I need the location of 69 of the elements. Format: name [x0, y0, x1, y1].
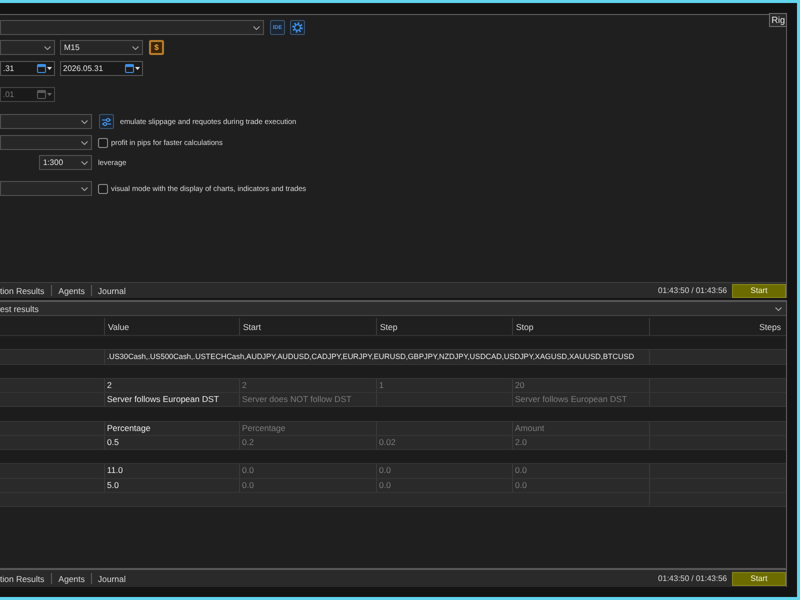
table-cell: 5.0	[105, 478, 240, 492]
date-field[interactable]: 2026.05.31	[60, 61, 143, 76]
start-button[interactable]: Start	[732, 572, 786, 586]
chevron-down-icon	[775, 306, 782, 310]
caret-down-icon	[47, 93, 52, 96]
sliders-button[interactable]	[99, 114, 114, 129]
dropdown[interactable]	[0, 114, 92, 129]
column-header: Step	[377, 318, 513, 335]
table-cell: 0.02	[377, 436, 513, 449]
tab[interactable]: Agents	[52, 570, 91, 587]
tab[interactable]: tion Results	[0, 283, 52, 298]
tab[interactable]: Journal	[92, 570, 132, 587]
column-header: Stop	[513, 318, 650, 335]
dollar-button[interactable]: $	[149, 40, 164, 55]
checkbox[interactable]	[98, 138, 108, 148]
caret-down-icon	[135, 67, 140, 70]
chevron-down-icon	[44, 46, 51, 50]
table-cell: 0.0	[240, 464, 377, 478]
elapsed-time: 01:43:50 / 01:43:56	[658, 286, 727, 295]
table-cell: 0.5	[105, 436, 240, 449]
table-cell: Server follows European DST	[105, 393, 240, 406]
chevron-down-icon	[81, 120, 88, 124]
dropdown[interactable]	[0, 181, 92, 196]
dropdown[interactable]: 1:300	[39, 155, 92, 170]
chevron-down-icon	[132, 46, 139, 50]
calendar-icon	[37, 64, 46, 73]
table-cell: Amount	[513, 422, 650, 435]
table-cell: 1	[377, 378, 513, 392]
table-cell: Percentage	[105, 422, 240, 435]
elapsed-time: 01:43:50 / 01:43:56	[658, 574, 727, 583]
table-cell: 0.0	[513, 478, 650, 492]
start-button[interactable]: Start	[732, 284, 786, 298]
table-cell: 0.0	[240, 478, 377, 492]
chevron-down-icon	[81, 160, 88, 164]
chevron-down-icon	[81, 186, 88, 190]
dropdown[interactable]	[0, 40, 55, 55]
tab[interactable]: Journal	[92, 283, 132, 298]
table-cell: Server does NOT follow DST	[240, 393, 377, 406]
date-field[interactable]: .31	[0, 61, 55, 76]
calendar-icon	[125, 64, 134, 73]
dropdown[interactable]	[0, 135, 92, 150]
column-header: Value	[105, 318, 240, 335]
chevron-down-icon	[81, 140, 88, 144]
table-cell: 2	[105, 378, 240, 392]
caret-down-icon	[47, 67, 52, 70]
dropdown[interactable]	[0, 20, 264, 35]
chevron-down-icon	[253, 26, 260, 30]
table-cell: 11.0	[105, 464, 240, 478]
table-cell: Server follows European DST	[513, 393, 650, 406]
table-cell: 0.0	[377, 478, 513, 492]
table-cell: 0.0	[513, 464, 650, 478]
tab[interactable]: tion Results	[0, 570, 52, 587]
settings-button[interactable]	[290, 20, 305, 35]
tooltip: Rig	[769, 13, 787, 27]
table-cell: 0.2	[240, 436, 377, 449]
tab[interactable]: Agents	[52, 283, 91, 298]
calendar-icon	[37, 90, 46, 99]
table-cell: Percentage	[240, 422, 377, 435]
column-header: Steps	[758, 320, 782, 334]
table-cell: 20	[513, 378, 650, 392]
column-header: Start	[240, 318, 377, 335]
gear-icon	[292, 22, 303, 33]
table-cell: 0.0	[377, 464, 513, 478]
table-cell: 2.0	[513, 436, 650, 449]
checkbox[interactable]	[98, 184, 108, 194]
dropdown[interactable]: M15	[60, 40, 143, 55]
sliders-icon	[102, 118, 111, 126]
table-cell: 2	[240, 378, 377, 392]
panel-title: est results	[0, 304, 39, 314]
